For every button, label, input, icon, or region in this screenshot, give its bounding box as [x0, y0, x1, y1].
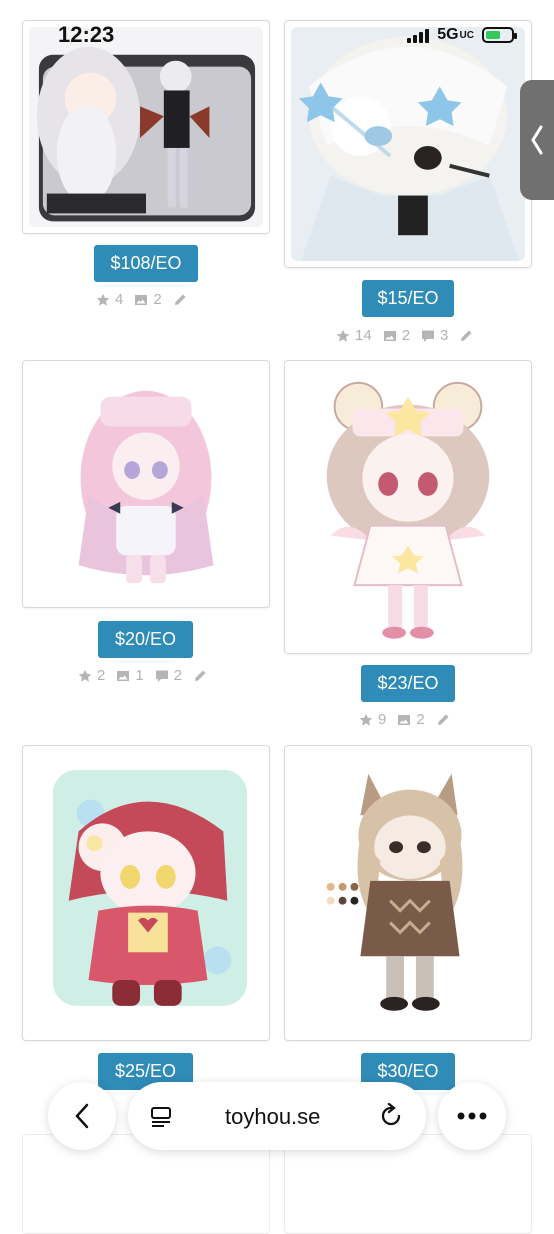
character-art: [29, 27, 263, 228]
character-art: [291, 27, 525, 261]
star-icon: [359, 713, 373, 726]
more-options-button[interactable]: [438, 1082, 506, 1150]
price-button[interactable]: $20/EO: [98, 621, 193, 658]
price-button[interactable]: $15/EO: [362, 280, 454, 317]
pencil-icon: [195, 670, 206, 681]
chevron-left-icon: [531, 125, 543, 155]
character-thumbnail[interactable]: [22, 20, 270, 234]
stat-count: 1: [135, 667, 144, 684]
character-thumbnail[interactable]: [22, 360, 270, 608]
price-button[interactable]: $108/EO: [94, 245, 198, 282]
stat-count: 2: [173, 667, 183, 684]
listing-stats: 92: [359, 711, 450, 728]
stat-count: 9: [378, 711, 387, 728]
star-icon: [78, 669, 92, 682]
stat-count: 2: [97, 667, 106, 684]
stat-count: 2: [153, 291, 162, 308]
url-text: toyhou.se: [225, 1104, 321, 1129]
back-button[interactable]: [48, 1082, 116, 1150]
character-thumbnail[interactable]: [284, 360, 532, 654]
image-icon: [135, 294, 148, 305]
reload-icon[interactable]: [378, 1103, 404, 1129]
image-icon: [398, 714, 411, 725]
character-art: [291, 752, 525, 1034]
pencil-icon: [174, 294, 186, 305]
character-art: [291, 367, 525, 647]
star-icon: [96, 293, 110, 306]
browser-toolbar: toyhou.se: [48, 1082, 508, 1152]
character-thumbnail[interactable]: [22, 745, 270, 1041]
pencil-icon: [437, 714, 449, 725]
character-thumbnail[interactable]: [284, 745, 532, 1041]
pencil-icon: [461, 330, 472, 341]
image-icon: [117, 670, 130, 681]
listing-stats: 42: [96, 291, 187, 308]
comment-icon: [155, 670, 168, 682]
side-panel-toggle[interactable]: [520, 80, 554, 200]
character-grid: $108/EO 42 $15/EO 14 2 3 $20/EO 2 1 2 $2…: [0, 0, 554, 1234]
character-art: [29, 367, 263, 601]
chevron-left-icon: [75, 1103, 89, 1129]
image-icon: [383, 330, 396, 341]
character-art: [29, 752, 263, 1034]
character-thumbnail[interactable]: [284, 20, 532, 268]
stat-count: 2: [416, 711, 425, 728]
stat-count: 4: [115, 291, 124, 308]
price-button[interactable]: $23/EO: [361, 665, 455, 702]
stat-count: 2: [401, 327, 411, 344]
stat-count: 3: [440, 327, 449, 344]
address-bar[interactable]: toyhou.se: [128, 1082, 426, 1150]
star-icon: [336, 329, 350, 342]
listing-stats: 14 2 3: [336, 327, 473, 344]
page-menu-icon: [151, 1107, 171, 1127]
comment-icon: [422, 330, 435, 342]
more-icon: [457, 1112, 487, 1120]
stat-count: 14: [355, 327, 372, 344]
listing-stats: 2 1 2: [78, 667, 207, 684]
